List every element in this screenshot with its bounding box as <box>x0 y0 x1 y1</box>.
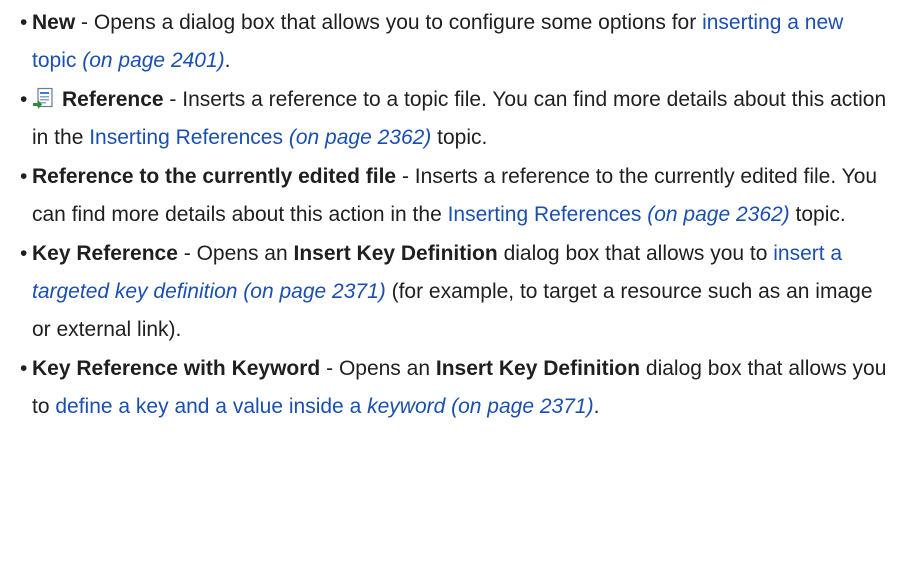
bullet: • <box>20 357 28 380</box>
list-item-reference: • Reference - Inserts a reference to a t… <box>20 81 890 157</box>
sentence-end: . <box>593 395 600 418</box>
term-key-reference-keyword: Key Reference with Keyword <box>32 357 321 380</box>
dialog-name: Insert Key Definition <box>435 357 641 380</box>
description: Opens an <box>196 242 288 265</box>
term-key-reference: Key Reference <box>32 242 178 265</box>
link-inserting-references[interactable]: Inserting References (on page 2362) <box>89 126 431 149</box>
dialog-name: Insert Key Definition <box>293 242 498 265</box>
action-list: • New - Opens a dialog box that allows y… <box>20 4 890 426</box>
sentence-end: topic. <box>789 203 846 226</box>
separator: - <box>396 165 415 188</box>
link-keyword[interactable]: define a key and a value inside a keywor… <box>55 395 593 418</box>
link-inserting-references[interactable]: Inserting References (on page 2362) <box>448 203 790 226</box>
separator: - <box>163 88 183 111</box>
bullet: • <box>20 242 28 265</box>
separator: - <box>320 357 339 380</box>
bullet: • <box>20 165 28 188</box>
description-cont: dialog box that allows you to <box>503 242 768 265</box>
list-item-new: • New - Opens a dialog box that allows y… <box>20 4 890 80</box>
separator: - <box>75 11 94 34</box>
bullet: • <box>20 11 28 34</box>
list-item-reference-current-file: • Reference to the currently edited file… <box>20 158 890 234</box>
description: Opens a dialog box that allows you to co… <box>93 11 697 34</box>
separator: - <box>177 242 197 265</box>
term-reference: Reference <box>62 88 164 111</box>
term-reference-current-file: Reference to the currently edited file <box>32 165 397 188</box>
list-item-key-reference: • Key Reference - Opens an Insert Key De… <box>20 235 890 349</box>
sentence-end: topic. <box>431 126 488 149</box>
list-item-key-reference-keyword: • Key Reference with Keyword - Opens an … <box>20 350 890 426</box>
reference-icon <box>32 87 54 109</box>
document-body: • New - Opens a dialog box that allows y… <box>0 0 890 426</box>
term-new: New <box>32 11 76 34</box>
sentence-end: . <box>224 49 231 72</box>
bullet: • <box>20 88 28 111</box>
description: Opens an <box>338 357 431 380</box>
